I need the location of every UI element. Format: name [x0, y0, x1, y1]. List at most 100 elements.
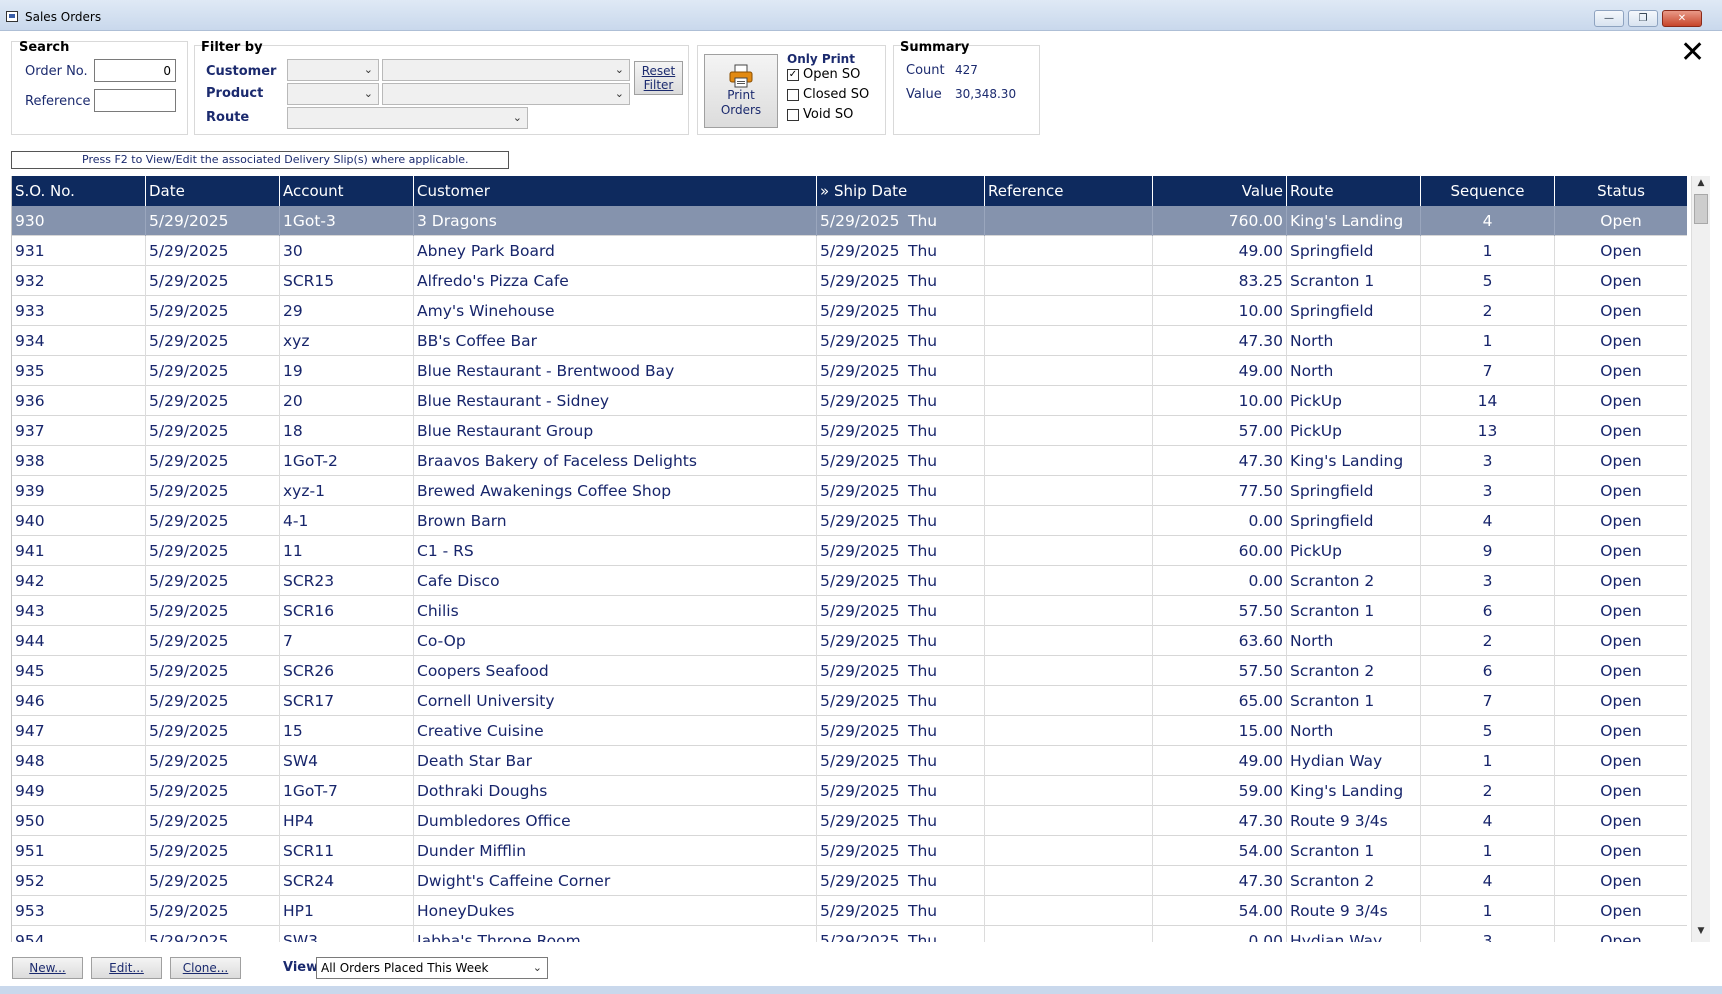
table-row[interactable]: 949 5/29/2025 1GoT-7 Dothraki Doughs 5/29/20… — [12, 776, 1687, 806]
maximize-button[interactable]: ❐ — [1628, 10, 1658, 27]
void-so-checkbox[interactable]: Void SO — [787, 107, 853, 122]
col-so-no[interactable]: S.O. No. — [12, 176, 146, 206]
cell-status: Open — [1555, 536, 1687, 566]
cell-route: North — [1287, 326, 1421, 356]
cell-route: PickUp — [1287, 416, 1421, 446]
table-row[interactable]: 931 5/29/2025 30 Abney Park Board 5/29/2025 T… — [12, 236, 1687, 266]
table-row[interactable]: 941 5/29/2025 11 C1 - RS 5/29/2025 Thu 60.00 Pi… — [12, 536, 1687, 566]
table-row[interactable]: 930 5/29/2025 1Got-3 3 Dragons 5/29/2025 Thu 7… — [12, 206, 1687, 236]
table-row[interactable]: 950 5/29/2025 HP4 Dumbledores Office 5/29/20… — [12, 806, 1687, 836]
edit-button[interactable]: Edit... — [91, 957, 162, 979]
table-row[interactable]: 938 5/29/2025 1GoT-2 Braavos Bakery of Face… — [12, 446, 1687, 476]
cell-ship-weekday: Thu — [908, 422, 938, 440]
col-customer[interactable]: Customer — [414, 176, 817, 206]
cell-ship-date-value: 5/29/2025 — [820, 662, 900, 680]
cell-route: Springfield — [1287, 476, 1421, 506]
table-row[interactable]: 933 5/29/2025 29 Amy's Winehouse 5/29/2025 Th… — [12, 296, 1687, 326]
table-row[interactable]: 952 5/29/2025 SCR24 Dwight's Caffeine Corne… — [12, 866, 1687, 896]
cell-route: PickUp — [1287, 386, 1421, 416]
col-reference[interactable]: Reference — [985, 176, 1153, 206]
open-so-checkbox[interactable]: ✓ Open SO — [787, 67, 860, 82]
table-row[interactable]: 932 5/29/2025 SCR15 Alfredo's Pizza Cafe 5/2… — [12, 266, 1687, 296]
cell-customer: Blue Restaurant - Brentwood Bay — [414, 356, 817, 386]
cell-ship-weekday: Thu — [908, 212, 938, 230]
customer-code-combo[interactable]: ⌄ — [287, 59, 379, 81]
view-select[interactable]: All Orders Placed This Week ⌄ — [316, 957, 548, 979]
cell-account: 15 — [280, 716, 414, 746]
col-status[interactable]: Status — [1555, 176, 1687, 206]
table-row[interactable]: 939 5/29/2025 xyz-1 Brewed Awakenings Coffe… — [12, 476, 1687, 506]
cell-reference — [985, 686, 1153, 716]
cell-customer: Creative Cuisine — [414, 716, 817, 746]
scroll-up-icon[interactable]: ▲ — [1694, 178, 1708, 192]
cell-so-no: 939 — [12, 476, 146, 506]
count-value: 427 — [955, 63, 978, 77]
window-close-button[interactable]: ✕ — [1662, 10, 1702, 27]
minimize-button[interactable]: — — [1594, 10, 1624, 27]
cell-date: 5/29/2025 — [146, 746, 280, 776]
reference-input[interactable] — [94, 89, 176, 112]
cell-account: SCR16 — [280, 596, 414, 626]
grid-scrollbar[interactable]: ▲ ▼ — [1691, 176, 1710, 942]
table-row[interactable]: 934 5/29/2025 xyz BB's Coffee Bar 5/29/2025 T… — [12, 326, 1687, 356]
table-row[interactable]: 935 5/29/2025 19 Blue Restaurant - Brentwoo… — [12, 356, 1687, 386]
table-row[interactable]: 948 5/29/2025 SW4 Death Star Bar 5/29/2025 Th… — [12, 746, 1687, 776]
table-row[interactable]: 943 5/29/2025 SCR16 Chilis 5/29/2025 Thu 57.50… — [12, 596, 1687, 626]
table-row[interactable]: 942 5/29/2025 SCR23 Cafe Disco 5/29/2025 Thu 0… — [12, 566, 1687, 596]
cell-value: 54.00 — [1153, 836, 1287, 866]
table-row[interactable]: 954 5/29/2025 SW3 Jabba's Throne Room 5/29/2… — [12, 926, 1687, 942]
cell-customer: Alfredo's Pizza Cafe — [414, 266, 817, 296]
closed-so-checkbox[interactable]: Closed SO — [787, 87, 869, 102]
reference-label: Reference — [25, 94, 91, 109]
col-sequence[interactable]: Sequence — [1421, 176, 1555, 206]
cell-ship-weekday: Thu — [908, 542, 938, 560]
col-account[interactable]: Account — [280, 176, 414, 206]
cell-route: Hydian Way — [1287, 926, 1421, 942]
close-icon[interactable]: ✕ — [1680, 38, 1705, 68]
cell-account: SCR23 — [280, 566, 414, 596]
cell-ship-weekday: Thu — [908, 692, 938, 710]
col-route[interactable]: Route — [1287, 176, 1421, 206]
col-value[interactable]: Value — [1153, 176, 1287, 206]
scroll-down-icon[interactable]: ▼ — [1694, 926, 1708, 940]
table-row[interactable]: 953 5/29/2025 HP1 HoneyDukes 5/29/2025 Thu 54.… — [12, 896, 1687, 926]
cell-reference — [985, 776, 1153, 806]
table-row[interactable]: 936 5/29/2025 20 Blue Restaurant - Sidney 5/… — [12, 386, 1687, 416]
route-combo[interactable]: ⌄ — [287, 107, 528, 129]
table-row[interactable]: 944 5/29/2025 7 Co-Op 5/29/2025 Thu 63.60 North… — [12, 626, 1687, 656]
clone-button[interactable]: Clone... — [170, 957, 241, 979]
reset-filter-button[interactable]: Reset Filter — [634, 61, 683, 95]
table-row[interactable]: 940 5/29/2025 4-1 Brown Barn 5/29/2025 Thu 0.0… — [12, 506, 1687, 536]
print-orders-button[interactable]: Print Orders — [704, 54, 778, 128]
cell-ship-date-value: 5/29/2025 — [820, 362, 900, 380]
cell-ship-date: 5/29/2025 Thu — [817, 896, 985, 926]
chevron-down-icon: ⌄ — [363, 87, 373, 100]
product-code-combo[interactable]: ⌄ — [287, 83, 379, 105]
new-button[interactable]: New... — [12, 957, 83, 979]
cell-ship-date-value: 5/29/2025 — [820, 782, 900, 800]
order-no-input[interactable] — [94, 59, 176, 82]
cell-account: 1Got-3 — [280, 206, 414, 236]
cell-account: 4-1 — [280, 506, 414, 536]
cell-ship-date: 5/29/2025 Thu — [817, 566, 985, 596]
cell-date: 5/29/2025 — [146, 506, 280, 536]
cell-status: Open — [1555, 326, 1687, 356]
table-row[interactable]: 947 5/29/2025 15 Creative Cuisine 5/29/2025 T… — [12, 716, 1687, 746]
product-name-combo[interactable]: ⌄ — [382, 83, 630, 105]
table-row[interactable]: 946 5/29/2025 SCR17 Cornell University 5/29/… — [12, 686, 1687, 716]
cell-status: Open — [1555, 656, 1687, 686]
cell-value: 760.00 — [1153, 206, 1287, 236]
col-ship-date[interactable]: » Ship Date — [817, 176, 985, 206]
table-row[interactable]: 937 5/29/2025 18 Blue Restaurant Group 5/29/… — [12, 416, 1687, 446]
table-row[interactable]: 945 5/29/2025 SCR26 Coopers Seafood 5/29/202… — [12, 656, 1687, 686]
cell-ship-date-value: 5/29/2025 — [820, 242, 900, 260]
cell-ship-date-value: 5/29/2025 — [820, 212, 900, 230]
cell-ship-date: 5/29/2025 Thu — [817, 806, 985, 836]
table-row[interactable]: 951 5/29/2025 SCR11 Dunder Mifflin 5/29/2025… — [12, 836, 1687, 866]
scroll-thumb[interactable] — [1694, 194, 1708, 224]
cell-customer: Death Star Bar — [414, 746, 817, 776]
cell-value: 57.50 — [1153, 656, 1287, 686]
cell-route: Route 9 3/4s — [1287, 896, 1421, 926]
customer-name-combo[interactable]: ⌄ — [382, 59, 630, 81]
col-date[interactable]: Date — [146, 176, 280, 206]
